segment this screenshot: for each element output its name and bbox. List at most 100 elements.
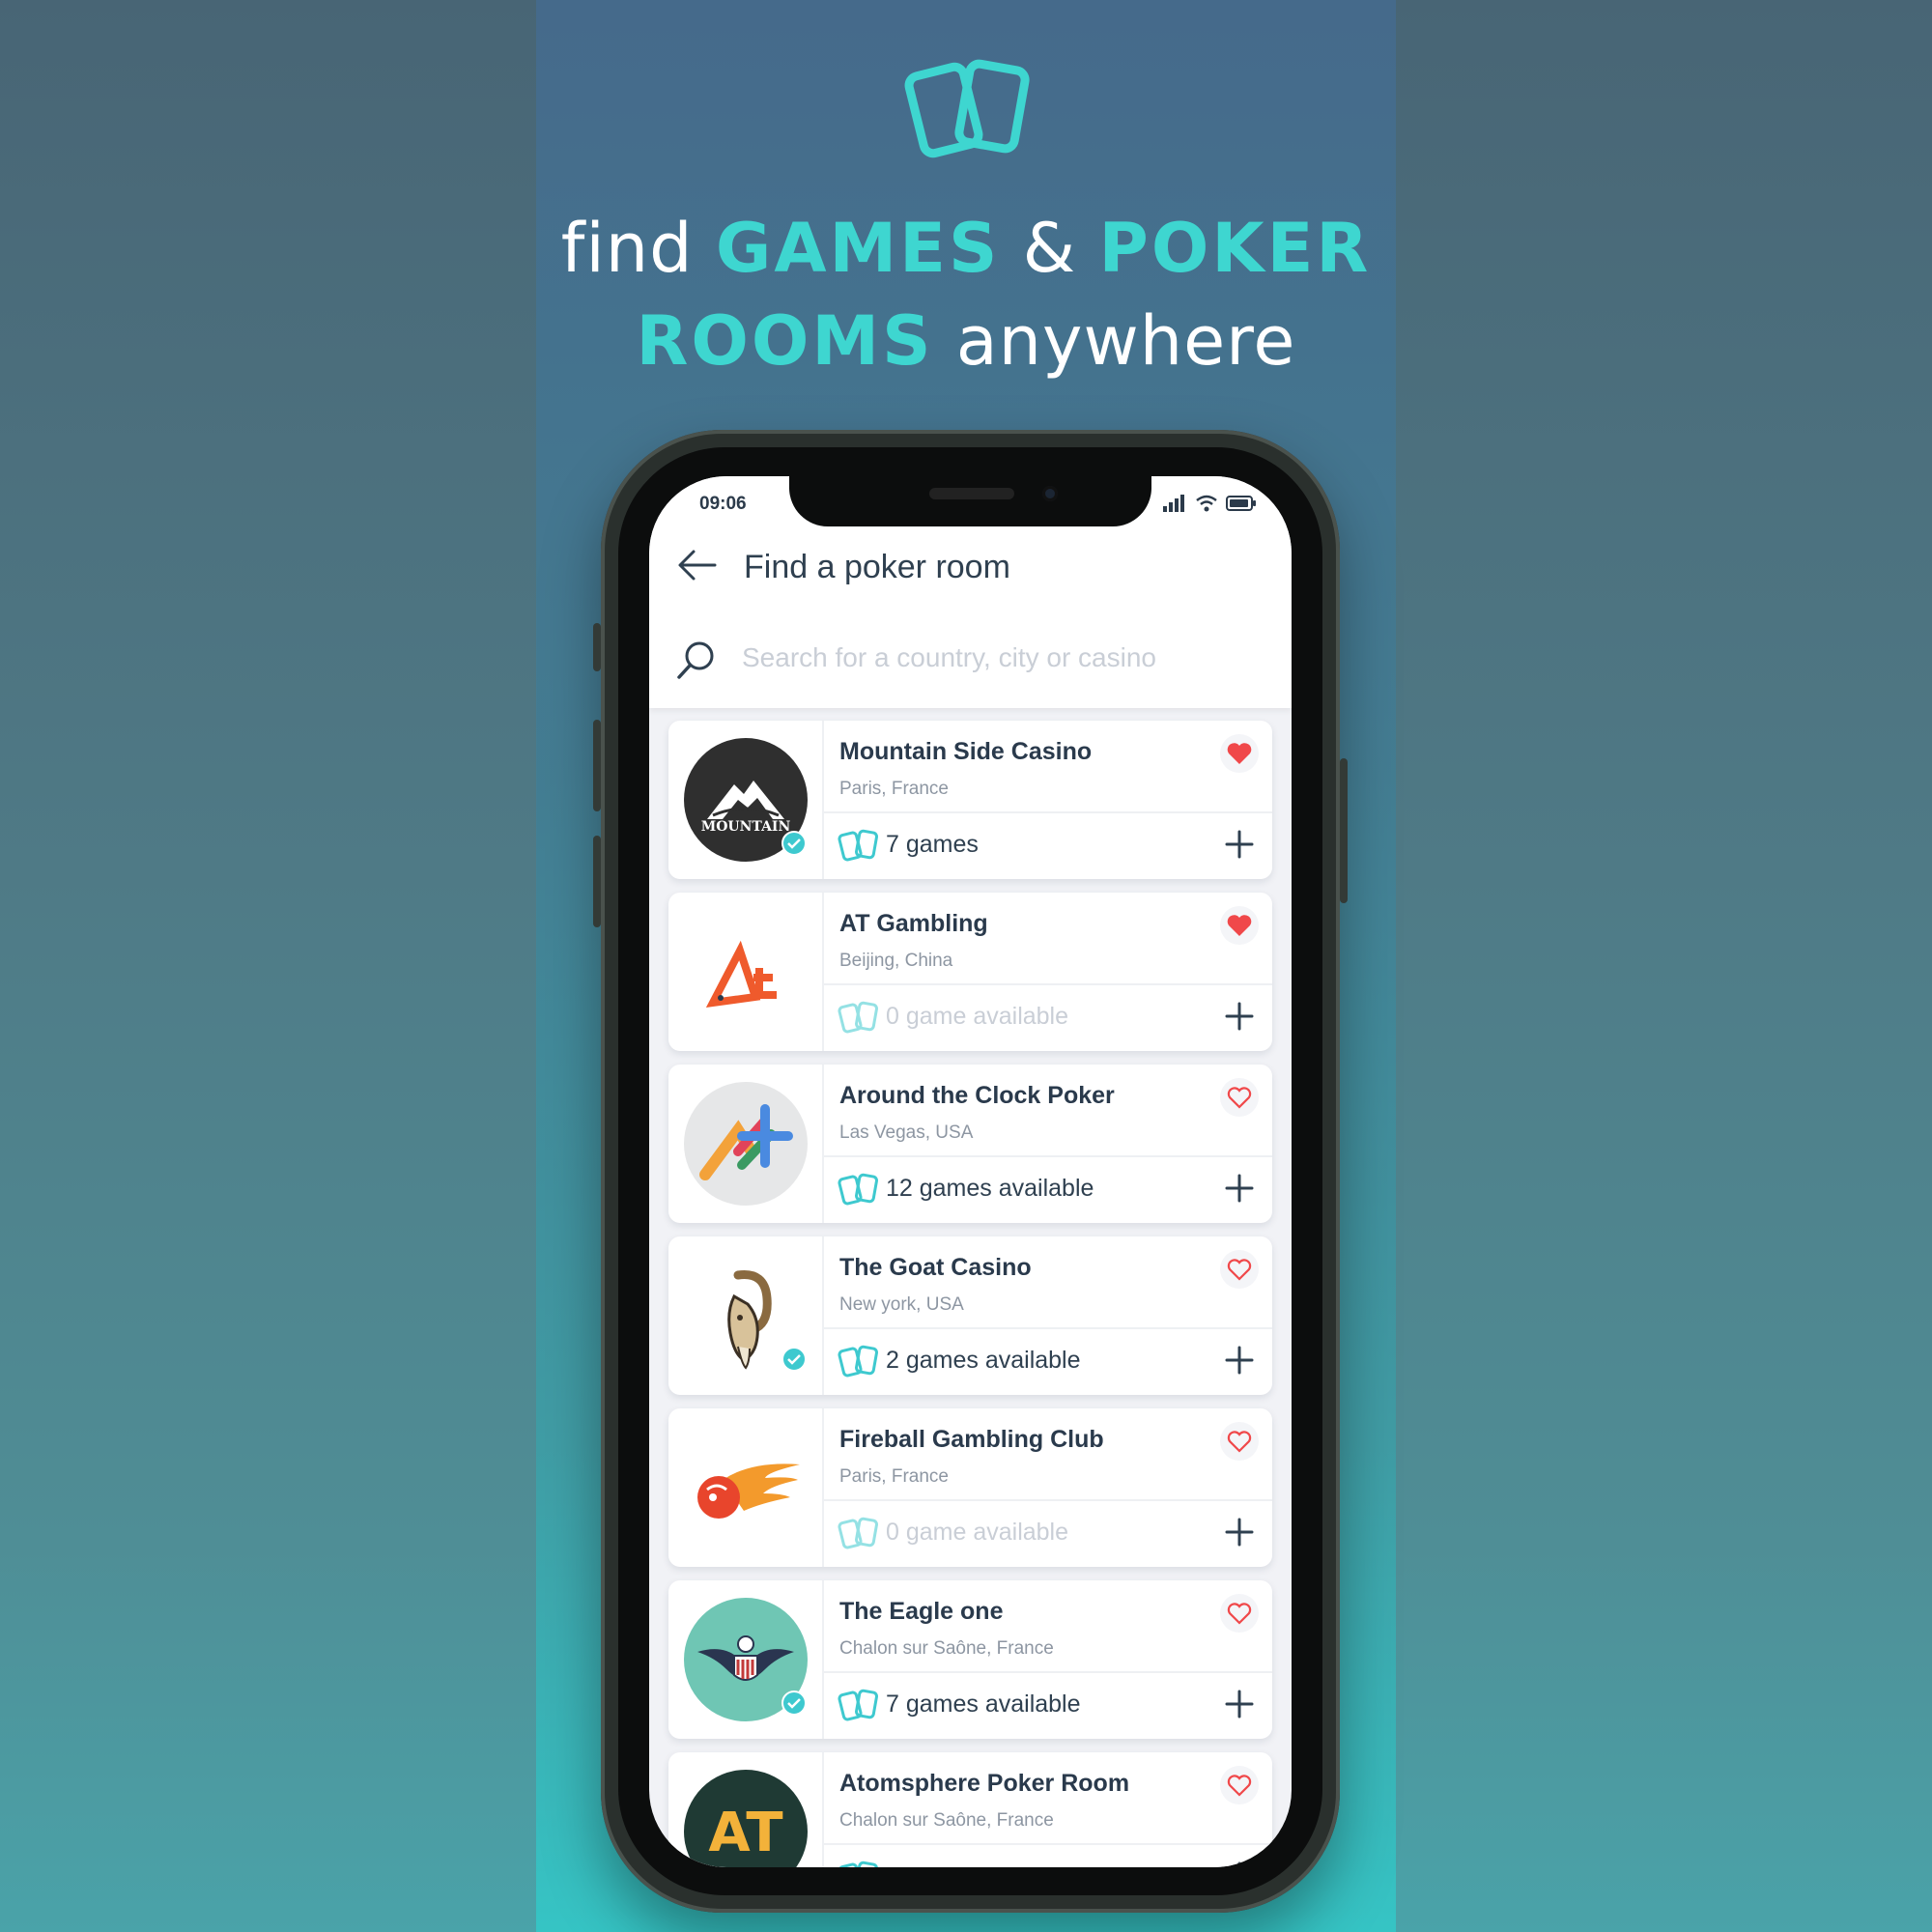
- phone-notch: [789, 476, 1151, 526]
- room-card[interactable]: The Eagle one Chalon sur Saône, France 7…: [668, 1580, 1272, 1739]
- room-name: Mountain Side Casino: [839, 738, 1093, 765]
- favorite-button[interactable]: [1220, 1422, 1259, 1461]
- cards-icon: [838, 1173, 878, 1206]
- room-name: Around the Clock Poker: [839, 1082, 1115, 1109]
- room-logo-cell: [668, 1065, 824, 1223]
- atomsphere-logo: AT: [684, 1770, 808, 1867]
- room-card[interactable]: The Goat Casino New york, USA 2 games av…: [668, 1236, 1272, 1395]
- room-name: Fireball Gambling Club: [839, 1426, 1104, 1453]
- card-divider: [824, 1843, 1272, 1845]
- cards-icon: [838, 1861, 878, 1867]
- headline-word: anywhere: [955, 301, 1296, 381]
- promo-headline-line2: ROOMS anywhere: [536, 307, 1396, 375]
- plus-icon[interactable]: [1222, 1343, 1257, 1378]
- room-games-count: 12 games available: [886, 1175, 1094, 1202]
- room-logo-cell: [668, 1580, 824, 1739]
- room-name: The Goat Casino: [839, 1254, 1032, 1281]
- room-location: New york, USA: [839, 1294, 964, 1315]
- room-card[interactable]: Around the Clock Poker Las Vegas, USA 12…: [668, 1065, 1272, 1223]
- room-games-count: 7 games available: [886, 1690, 1081, 1718]
- card-divider: [824, 1499, 1272, 1501]
- cards-icon: [838, 829, 878, 862]
- favorite-button[interactable]: [1220, 1766, 1259, 1804]
- page-title: Find a poker room: [744, 549, 1010, 585]
- headline-highlight: ROOMS: [636, 301, 934, 381]
- plus-icon[interactable]: [1222, 999, 1257, 1034]
- phone-power-button: [1340, 758, 1348, 903]
- heart-outline-icon: [1227, 1603, 1252, 1625]
- plus-icon[interactable]: [1222, 827, 1257, 862]
- room-location: Las Vegas, USA: [839, 1122, 974, 1143]
- heart-outline-icon: [1227, 1087, 1252, 1109]
- favorite-button[interactable]: [1220, 1250, 1259, 1289]
- signal-icon: [1163, 495, 1184, 512]
- heart-filled-icon: [1227, 915, 1252, 936]
- verified-badge-icon: [781, 1347, 807, 1372]
- room-card[interactable]: AT Gambling Beijing, China 0 game availa…: [668, 893, 1272, 1051]
- room-location: Paris, France: [839, 1466, 949, 1487]
- headline-highlight: GAMES: [715, 209, 1001, 288]
- status-icons: [1162, 494, 1257, 513]
- room-location: Beijing, China: [839, 951, 953, 971]
- room-games-count: 0 game available: [886, 1003, 1069, 1030]
- plus-icon[interactable]: [1222, 1687, 1257, 1721]
- around-the-clock-logo: [684, 1082, 808, 1206]
- room-name: Atomsphere Poker Room: [839, 1770, 1130, 1797]
- card-divider: [824, 1155, 1272, 1157]
- phone-volume-up: [593, 720, 601, 811]
- verified-badge-icon: [781, 831, 807, 856]
- room-logo-cell: [668, 893, 824, 1051]
- room-location: Paris, France: [839, 779, 949, 799]
- favorite-button[interactable]: [1220, 1078, 1259, 1117]
- verified-badge-icon: [781, 1690, 807, 1716]
- heart-outline-icon: [1227, 1431, 1252, 1453]
- room-location: Chalon sur Saône, France: [839, 1810, 1054, 1831]
- fireball-logo: [697, 1463, 800, 1519]
- app-screen: 09:06 Find a poker room Search for a cou…: [649, 476, 1292, 1867]
- headline-ampersand: &: [1022, 209, 1077, 288]
- cards-icon: [838, 1689, 878, 1721]
- headline-word: find: [560, 209, 694, 288]
- card-divider: [824, 1327, 1272, 1329]
- room-name: AT Gambling: [839, 910, 988, 937]
- wifi-icon: [1196, 495, 1217, 512]
- room-logo-cell: MOUNTAIN: [668, 721, 824, 879]
- mountain-logo-text: MOUNTAIN: [701, 819, 791, 835]
- favorite-button[interactable]: [1220, 1594, 1259, 1633]
- room-card[interactable]: Fireball Gambling Club Paris, France 0 g…: [668, 1408, 1272, 1567]
- favorite-button[interactable]: [1220, 734, 1259, 773]
- cards-icon: [838, 1001, 878, 1034]
- cards-icon: [838, 1345, 878, 1378]
- room-card[interactable]: AT Atomsphere Poker Room Chalon sur Saôn…: [668, 1752, 1272, 1867]
- room-logo-cell: [668, 1236, 824, 1395]
- room-logo-cell: AT: [668, 1752, 824, 1867]
- promo-headline-line1: find GAMES & POKER: [536, 214, 1396, 282]
- room-card[interactable]: MOUNTAIN Mountain Side Casino Paris, Fra…: [668, 721, 1272, 879]
- plus-icon[interactable]: [1222, 1859, 1257, 1867]
- room-name: The Eagle one: [839, 1598, 1004, 1625]
- room-games-count: 2 games available: [886, 1347, 1081, 1374]
- heart-outline-icon: [1227, 1775, 1252, 1797]
- room-location: Chalon sur Saône, France: [839, 1638, 1054, 1659]
- plus-icon[interactable]: [1222, 1515, 1257, 1549]
- at-gambling-logo: [705, 940, 777, 1009]
- plus-icon[interactable]: [1222, 1171, 1257, 1206]
- phone-speaker: [929, 488, 1014, 499]
- phone-mute-switch: [593, 623, 601, 671]
- atomsphere-logo-text: AT: [708, 1802, 782, 1864]
- heart-filled-icon: [1227, 743, 1252, 764]
- cards-icon: [838, 1517, 878, 1549]
- card-divider: [824, 983, 1272, 985]
- favorite-button[interactable]: [1220, 906, 1259, 945]
- back-arrow-icon[interactable]: [676, 548, 719, 582]
- search-input[interactable]: [742, 637, 1254, 679]
- cards-icon: [904, 59, 1030, 158]
- card-divider: [824, 811, 1272, 813]
- headline-highlight: POKER: [1098, 209, 1372, 288]
- battery-icon: [1226, 496, 1256, 511]
- heart-outline-icon: [1227, 1259, 1252, 1281]
- card-divider: [824, 1671, 1272, 1673]
- room-logo-cell: [668, 1408, 824, 1567]
- phone-camera: [1042, 486, 1058, 501]
- phone-volume-down: [593, 836, 601, 927]
